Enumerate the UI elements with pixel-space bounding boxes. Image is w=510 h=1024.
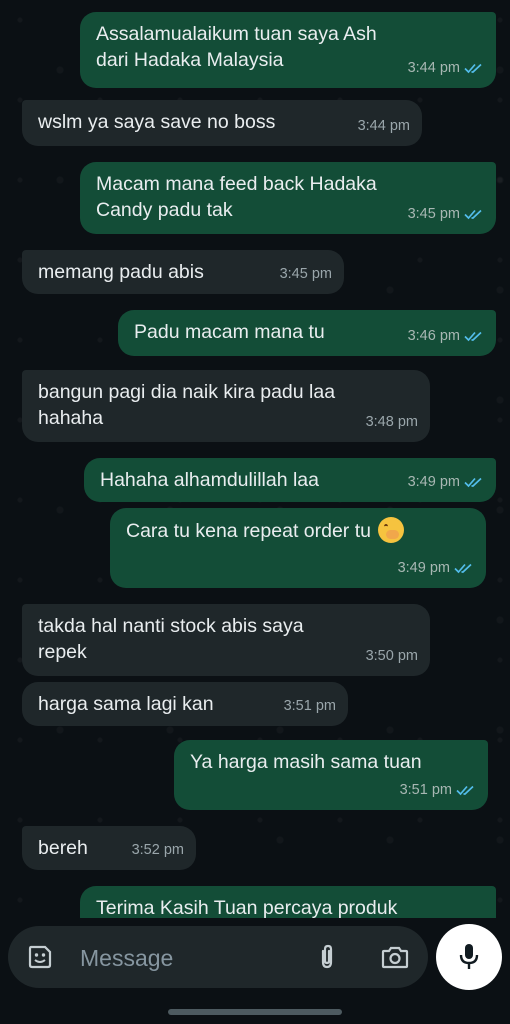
message-meta: 3:48 pm bbox=[366, 409, 418, 435]
chat-area[interactable]: Assalamualaikum tuan saya Ash dari Hadak… bbox=[0, 0, 510, 918]
message-text: Terima Kasih Tuan percaya produk bbox=[96, 897, 398, 918]
message-text: takda hal nanti stock abis saya repek bbox=[38, 615, 304, 663]
message-time: 3:51 pm bbox=[283, 698, 336, 714]
message-time: 3:44 pm bbox=[407, 60, 460, 76]
message-bubble-incoming[interactable]: bangun pagi dia naik kira padu laa hahah… bbox=[22, 370, 430, 442]
voice-record-button[interactable] bbox=[436, 924, 502, 990]
read-receipt-icon bbox=[454, 563, 472, 574]
read-receipt-icon bbox=[464, 477, 482, 488]
message-bubble-incoming[interactable]: takda hal nanti stock abis saya repek 3:… bbox=[22, 604, 430, 676]
attach-icon[interactable] bbox=[314, 943, 340, 971]
message-bubble-incoming[interactable]: bereh 3:52 pm bbox=[22, 826, 196, 870]
message-composer: Message bbox=[0, 918, 510, 1024]
message-time: 3:45 pm bbox=[279, 266, 332, 282]
message-time: 3:44 pm bbox=[357, 118, 410, 134]
message-meta: 3:45 pm bbox=[408, 201, 484, 227]
message-meta: 3:45 pm bbox=[280, 261, 332, 287]
message-input[interactable]: Message bbox=[8, 926, 428, 988]
message-bubble-outgoing[interactable]: Macam mana feed back Hadaka Candy padu t… bbox=[80, 162, 496, 234]
message-bubble-outgoing[interactable]: Assalamualaikum tuan saya Ash dari Hadak… bbox=[80, 12, 496, 88]
message-bubble-outgoing[interactable]: Cara tu kena repeat order tu 3:49 pm bbox=[110, 508, 486, 588]
message-time: 3:45 pm bbox=[407, 206, 460, 222]
message-text-content: Cara tu kena repeat order tu bbox=[126, 520, 371, 542]
message-text: wslm ya saya save no boss bbox=[38, 111, 276, 133]
message-text: Ya harga masih sama tuan bbox=[190, 751, 422, 773]
message-time: 3:52 pm bbox=[131, 842, 184, 858]
hand-over-mouth-emoji bbox=[378, 517, 405, 543]
message-time: 3:48 pm bbox=[365, 414, 418, 430]
message-bubble-outgoing[interactable]: Padu macam mana tu 3:46 pm bbox=[118, 310, 496, 356]
message-bubble-incoming[interactable]: harga sama lagi kan 3:51 pm bbox=[22, 682, 348, 726]
message-meta: 3:52 pm bbox=[132, 837, 184, 863]
message-meta: 3:51 pm bbox=[284, 693, 336, 719]
read-receipt-icon bbox=[464, 331, 482, 342]
message-time: 3:50 pm bbox=[365, 648, 418, 664]
message-bubble-outgoing[interactable]: Terima Kasih Tuan percaya produk bbox=[80, 886, 496, 918]
message-text: bangun pagi dia naik kira padu laa hahah… bbox=[38, 381, 336, 429]
message-text: Cara tu kena repeat order tu bbox=[126, 517, 472, 544]
message-meta: 3:49 pm bbox=[398, 555, 474, 581]
message-meta: 3:51 pm bbox=[400, 777, 476, 803]
message-meta: 3:44 pm bbox=[408, 55, 484, 81]
message-placeholder: Message bbox=[80, 945, 174, 971]
mic-icon bbox=[459, 944, 479, 969]
message-meta: 3:44 pm bbox=[358, 113, 410, 139]
sticker-icon[interactable] bbox=[26, 943, 54, 971]
read-receipt-icon bbox=[464, 209, 482, 220]
message-meta: 3:50 pm bbox=[366, 643, 418, 669]
message-time: 3:49 pm bbox=[407, 474, 460, 490]
camera-icon[interactable] bbox=[380, 944, 410, 970]
system-home-indicator[interactable] bbox=[168, 1009, 342, 1015]
message-bubble-outgoing[interactable]: Hahaha alhamdulillah laa 3:49 pm bbox=[84, 458, 496, 502]
read-receipt-icon bbox=[456, 785, 474, 796]
message-bubble-incoming[interactable]: wslm ya saya save no boss 3:44 pm bbox=[22, 100, 422, 146]
message-bubble-outgoing[interactable]: Ya harga masih sama tuan 3:51 pm bbox=[174, 740, 488, 810]
message-bubble-incoming[interactable]: memang padu abis 3:45 pm bbox=[22, 250, 344, 294]
read-receipt-icon bbox=[464, 63, 482, 74]
message-meta: 3:49 pm bbox=[408, 469, 484, 495]
message-time: 3:51 pm bbox=[399, 782, 452, 798]
message-meta: 3:46 pm bbox=[408, 323, 484, 349]
message-time: 3:46 pm bbox=[407, 328, 460, 344]
message-time: 3:49 pm bbox=[397, 560, 450, 576]
